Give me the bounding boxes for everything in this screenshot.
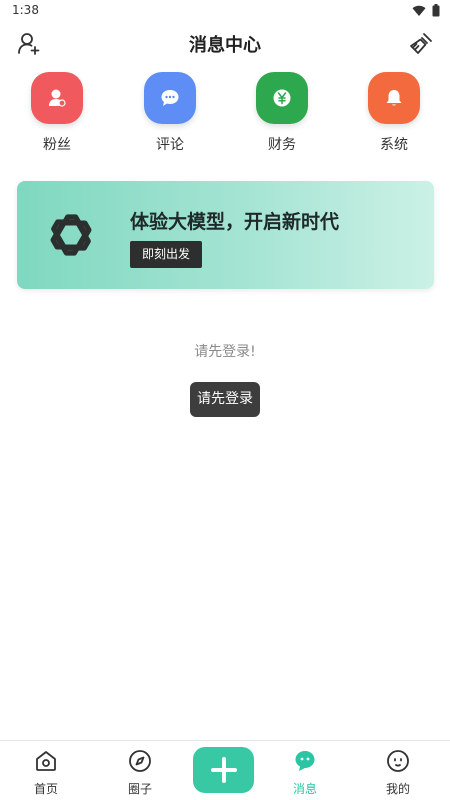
home-icon — [36, 751, 56, 771]
quick-actions: 粉丝 评论 财务 系统 — [0, 64, 450, 164]
battery-icon — [432, 4, 440, 17]
banner-cta-button[interactable]: 即刻出发 — [130, 241, 203, 268]
tab-home[interactable]: 首页 — [1, 741, 91, 800]
fans-icon — [49, 89, 66, 107]
finance-icon — [273, 89, 291, 107]
message-content: 请先登录! 请先登录 — [0, 304, 450, 740]
bell-icon-badge — [368, 72, 420, 124]
profile-icon — [387, 750, 409, 772]
tab-label: 圈子 — [127, 782, 152, 796]
quick-action-finance[interactable]: 财务 — [242, 72, 322, 154]
broom-icon — [410, 33, 432, 54]
quick-action-label: 财务 — [268, 137, 296, 153]
banner-section: 体验大模型，开启新时代 即刻出发 — [0, 164, 450, 304]
comment-icon-badge — [144, 72, 196, 124]
comment-icon — [161, 90, 179, 106]
clear-messages-button[interactable] — [408, 31, 434, 57]
finance-icon-badge — [256, 72, 308, 124]
plus-icon — [210, 757, 237, 783]
login-hint: 请先登录! — [194, 344, 256, 360]
fans-icon-badge — [31, 72, 83, 124]
compass-icon — [129, 750, 151, 772]
tab-label: 消息 — [292, 782, 317, 796]
ai-model-banner[interactable]: 体验大模型，开启新时代 即刻出发 — [17, 181, 434, 289]
quick-action-comments[interactable]: 评论 — [130, 72, 210, 154]
tab-profile[interactable]: 我的 — [353, 741, 443, 800]
quick-action-label: 评论 — [156, 137, 184, 153]
status-bar: 1:38 — [0, 0, 450, 22]
tab-circle[interactable]: 圈子 — [95, 741, 185, 800]
status-time: 1:38 — [12, 3, 39, 17]
system-icons — [412, 4, 440, 17]
quick-action-label: 粉丝 — [43, 137, 71, 153]
quick-action-label: 系统 — [380, 137, 408, 153]
quick-action-system[interactable]: 系统 — [354, 72, 434, 154]
bottom-tab-bar: 首页 圈子 消息 我的 — [0, 740, 450, 800]
message-icon — [295, 751, 315, 771]
tab-label: 首页 — [33, 782, 58, 796]
openai-logo-icon — [50, 214, 92, 256]
tab-label: 我的 — [385, 782, 410, 796]
banner-headline: 体验大模型，开启新时代 — [130, 211, 340, 233]
quick-action-fans[interactable]: 粉丝 — [17, 72, 97, 154]
login-button[interactable]: 请先登录 — [190, 382, 260, 417]
tab-messages[interactable]: 消息 — [260, 741, 350, 800]
page-title: 消息中心 — [189, 35, 261, 56]
wifi-icon — [412, 5, 426, 16]
create-post-button[interactable] — [193, 747, 254, 793]
app-header: 消息中心 — [0, 22, 450, 64]
bell-icon — [386, 90, 402, 106]
